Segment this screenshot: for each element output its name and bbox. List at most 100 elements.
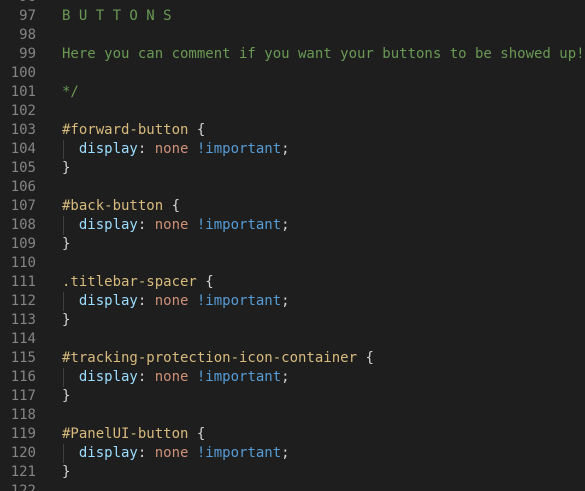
line-number: 110 xyxy=(10,255,36,271)
code-token: Here you can comment if you want your bu… xyxy=(62,46,585,62)
code-token: !important xyxy=(196,369,282,385)
code-token: { xyxy=(188,122,206,138)
code-token: : xyxy=(137,293,155,309)
code-line[interactable]: 115 #tracking-protection-icon-container { xyxy=(0,349,585,368)
code-token: display xyxy=(62,445,138,461)
code-token: display xyxy=(62,141,138,157)
line-number: 104 xyxy=(10,141,36,157)
line-number: 118 xyxy=(10,407,36,423)
code-line[interactable]: 116 display: none !important; xyxy=(0,368,585,387)
line-number: 116 xyxy=(10,369,36,385)
code-token: display xyxy=(62,217,138,233)
code-line[interactable]: 108 display: none !important; xyxy=(0,216,585,235)
code-token: } xyxy=(62,464,71,480)
code-line[interactable]: 117} xyxy=(0,387,585,406)
line-number: 97 xyxy=(19,8,36,24)
line-number: 99 xyxy=(19,46,36,62)
code-line[interactable]: 105} xyxy=(0,159,585,178)
code-line[interactable]: 106 xyxy=(0,178,585,197)
code-token: ; xyxy=(281,141,290,157)
code-text: */ xyxy=(62,83,79,102)
code-line[interactable]: 107 #back-button { xyxy=(0,197,585,216)
code-line[interactable]: 98 xyxy=(0,26,585,45)
code-token: none xyxy=(154,293,189,309)
line-number: 100 xyxy=(10,65,36,81)
code-text: Here you can comment if you want your bu… xyxy=(62,45,585,64)
code-line[interactable]: 120 display: none !important; xyxy=(0,444,585,463)
code-line[interactable]: 113} xyxy=(0,311,585,330)
code-text: } xyxy=(62,387,70,406)
code-token: !important xyxy=(196,445,282,461)
code-token: !important xyxy=(196,217,282,233)
code-token: #PanelUI-button xyxy=(62,426,189,442)
code-token: #back-button xyxy=(62,198,164,214)
line-number: 119 xyxy=(10,426,36,442)
code-text: #forward-button { xyxy=(62,121,205,140)
line-number: 106 xyxy=(10,179,36,195)
line-number: 111 xyxy=(10,274,36,290)
code-line[interactable]: 99 Here you can comment if you want your … xyxy=(0,45,585,64)
line-number: 102 xyxy=(10,103,36,119)
code-line[interactable]: 118 xyxy=(0,406,585,425)
code-text: #PanelUI-button { xyxy=(62,425,205,444)
code-line[interactable]: 112 display: none !important; xyxy=(0,292,585,311)
line-number: 107 xyxy=(10,198,36,214)
code-token: ; xyxy=(281,293,290,309)
code-editor[interactable]: 9697 B U T T O N S 98 99 Here you can commen… xyxy=(0,0,585,491)
code-token: !important xyxy=(196,293,282,309)
code-line[interactable]: 100 xyxy=(0,64,585,83)
code-line[interactable]: 122 xyxy=(0,482,585,491)
code-text: display: none !important; xyxy=(62,140,290,159)
code-token: none xyxy=(154,141,189,157)
code-line[interactable]: 102 xyxy=(0,102,585,121)
code-line[interactable]: 96 xyxy=(0,0,585,7)
code-line[interactable]: 101 */ xyxy=(0,83,585,102)
code-line[interactable]: 110 xyxy=(0,254,585,273)
line-number: 105 xyxy=(10,160,36,176)
code-token: { xyxy=(163,198,181,214)
line-number: 114 xyxy=(10,331,36,347)
line-number: 108 xyxy=(10,217,36,233)
code-token: : xyxy=(137,369,155,385)
code-text: display: none !important; xyxy=(62,368,290,387)
line-number: 101 xyxy=(10,84,36,100)
code-text: .titlebar-spacer { xyxy=(62,273,214,292)
code-token: } xyxy=(62,312,71,328)
line-number: 117 xyxy=(10,388,36,404)
code-line[interactable]: 109} xyxy=(0,235,585,254)
code-lines: 9697 B U T T O N S 98 99 Here you can commen… xyxy=(0,0,585,491)
code-line[interactable]: 97 B U T T O N S xyxy=(0,7,585,26)
line-number: 122 xyxy=(10,483,36,491)
code-line[interactable]: 119 #PanelUI-button { xyxy=(0,425,585,444)
code-text: } xyxy=(62,463,70,482)
code-text: #back-button { xyxy=(62,197,180,216)
code-line[interactable]: 121} xyxy=(0,463,585,482)
code-token: ; xyxy=(281,217,290,233)
line-number: 109 xyxy=(10,236,36,252)
code-token: : xyxy=(137,445,155,461)
code-token: ; xyxy=(281,445,290,461)
code-token: #tracking-protection-icon-container xyxy=(62,350,358,366)
code-token: } xyxy=(62,160,71,176)
code-token: none xyxy=(154,369,189,385)
code-text: } xyxy=(62,235,70,254)
code-text: display: none !important; xyxy=(62,216,290,235)
line-number: 98 xyxy=(19,27,36,43)
code-token: : xyxy=(137,141,155,157)
line-number: 103 xyxy=(10,122,36,138)
code-token: { xyxy=(357,350,374,366)
code-line[interactable]: 104 display: none !important; xyxy=(0,140,585,159)
code-line[interactable]: 111 .titlebar-spacer { xyxy=(0,273,585,292)
code-line[interactable]: 114 xyxy=(0,330,585,349)
line-number: 96 xyxy=(0,0,36,7)
code-token: none xyxy=(154,445,189,461)
code-text: display: none !important; xyxy=(62,292,290,311)
code-line[interactable]: 103 #forward-button { xyxy=(0,121,585,140)
code-token: display xyxy=(62,293,138,309)
code-text: } xyxy=(62,159,70,178)
code-text: } xyxy=(62,311,70,330)
code-token: .titlebar-spacer xyxy=(62,274,197,290)
